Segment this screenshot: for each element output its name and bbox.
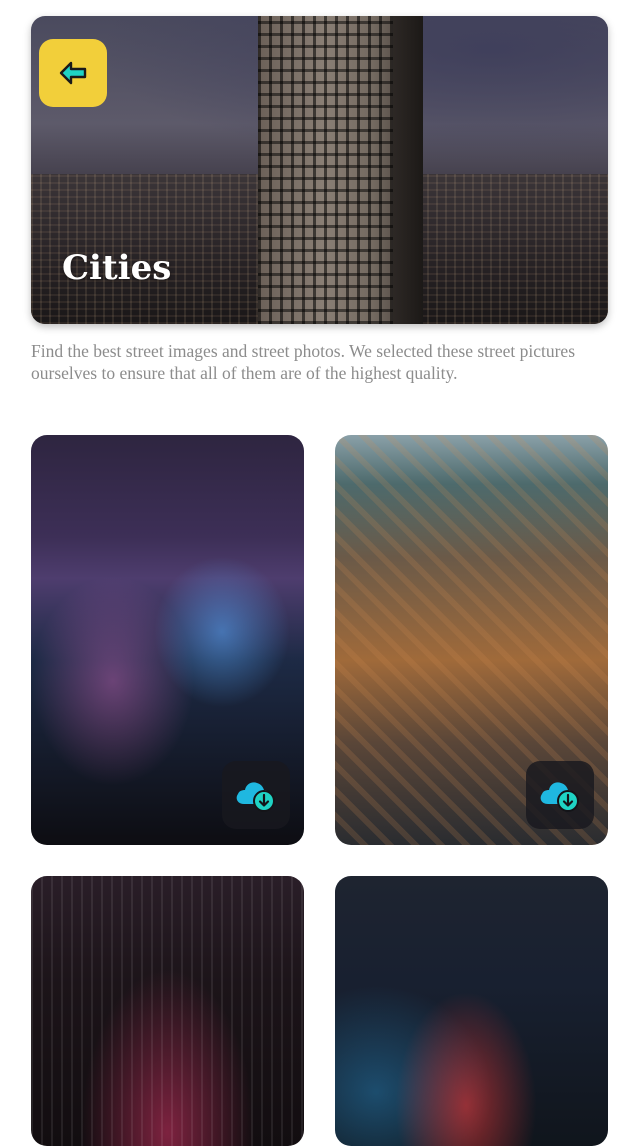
download-button[interactable]: [526, 761, 594, 829]
hero-tower-side: [393, 16, 423, 324]
download-button[interactable]: [222, 761, 290, 829]
back-button[interactable]: [39, 39, 107, 107]
gallery-item[interactable]: [335, 876, 608, 1146]
gallery-item[interactable]: [31, 876, 304, 1146]
page-title: Cities: [62, 248, 172, 288]
gallery-item[interactable]: [31, 435, 304, 845]
gallery-item[interactable]: [335, 435, 608, 845]
category-description: Find the best street images and street p…: [31, 341, 576, 383]
category-hero-image: Cities: [31, 16, 608, 324]
cloud-download-icon: [236, 782, 275, 812]
cloud-download-icon: [540, 782, 579, 812]
arrow-left-icon: [59, 61, 87, 85]
